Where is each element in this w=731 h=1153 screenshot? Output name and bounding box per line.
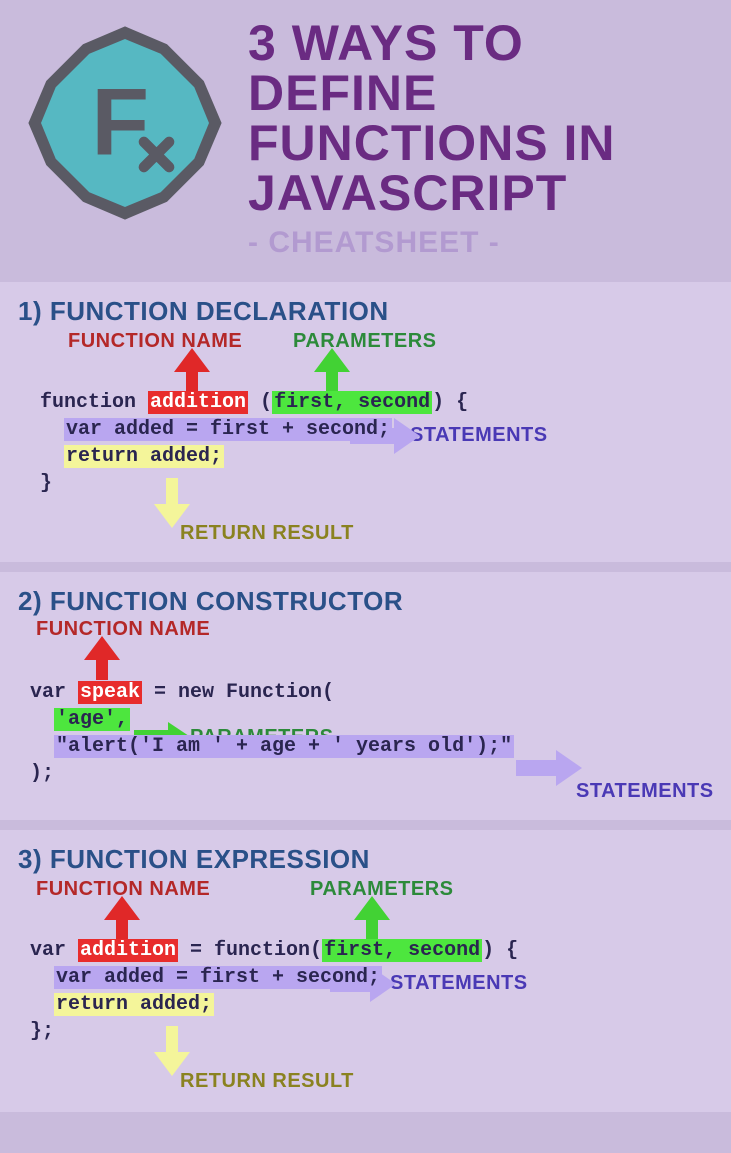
code-text: (: [248, 391, 272, 414]
arrow-up-green-icon: [310, 348, 354, 392]
code-return: return added;: [64, 445, 224, 468]
code-stmt: var added = first + second;: [54, 966, 382, 989]
code-keyword: var: [30, 939, 78, 962]
code-params: 'age',: [54, 708, 130, 731]
code-stmt: "alert('I am ' + age + ' years old');": [54, 735, 514, 758]
code-keyword: var: [30, 681, 78, 704]
code-text: = function(: [178, 939, 322, 962]
title-block: 3 WAYS TO DEFINE FUNCTIONS IN JAVASCRIPT…: [248, 18, 711, 260]
section-title: 1) FUNCTION DECLARATION: [18, 296, 713, 327]
code-params: first, second: [272, 391, 432, 414]
section-declaration: 1) FUNCTION DECLARATION FUNCTION NAME PA…: [0, 282, 731, 562]
label-function-name: FUNCTION NAME: [68, 330, 242, 353]
subtitle: - CHEATSHEET -: [248, 226, 711, 260]
code-block: var speak = new Function( 'age', "alert(…: [30, 679, 713, 787]
code-text: ) {: [482, 939, 518, 962]
svg-text:F: F: [91, 70, 149, 176]
code-params: first, second: [322, 939, 482, 962]
code-text: = new Function(: [142, 681, 334, 704]
header: F 3 WAYS TO DEFINE FUNCTIONS IN JAVASCRI…: [0, 0, 731, 272]
code-close: }: [40, 472, 52, 495]
arrow-up-red-icon: [80, 636, 124, 680]
code-stmt: var added = first + second;: [64, 418, 392, 441]
section-title: 2) FUNCTION CONSTRUCTOR: [18, 586, 713, 617]
label-return-result: RETURN RESULT: [180, 1070, 354, 1093]
main-title: 3 WAYS TO DEFINE FUNCTIONS IN JAVASCRIPT: [248, 18, 711, 218]
code-block: function addition (first, second) { var …: [40, 389, 713, 497]
code-close: };: [30, 1020, 54, 1043]
code-name: addition: [78, 939, 178, 962]
arrow-up-red-icon: [170, 348, 214, 392]
arrow-up-red-icon: [100, 896, 144, 940]
code-name: speak: [78, 681, 142, 704]
fx-badge-icon: F: [20, 18, 230, 233]
section-expression: 3) FUNCTION EXPRESSION FUNCTION NAME PAR…: [0, 830, 731, 1112]
code-return: return added;: [54, 993, 214, 1016]
label-return-result: RETURN RESULT: [180, 522, 354, 545]
code-text: ) {: [432, 391, 468, 414]
arrow-up-green-icon: [350, 896, 394, 940]
code-name: addition: [148, 391, 248, 414]
section-title: 3) FUNCTION EXPRESSION: [18, 844, 713, 875]
code-close: );: [30, 762, 54, 785]
code-keyword: function: [40, 391, 148, 414]
code-block: var addition = function(first, second) {…: [30, 937, 713, 1045]
section-constructor: 2) FUNCTION CONSTRUCTOR FUNCTION NAME PA…: [0, 572, 731, 820]
